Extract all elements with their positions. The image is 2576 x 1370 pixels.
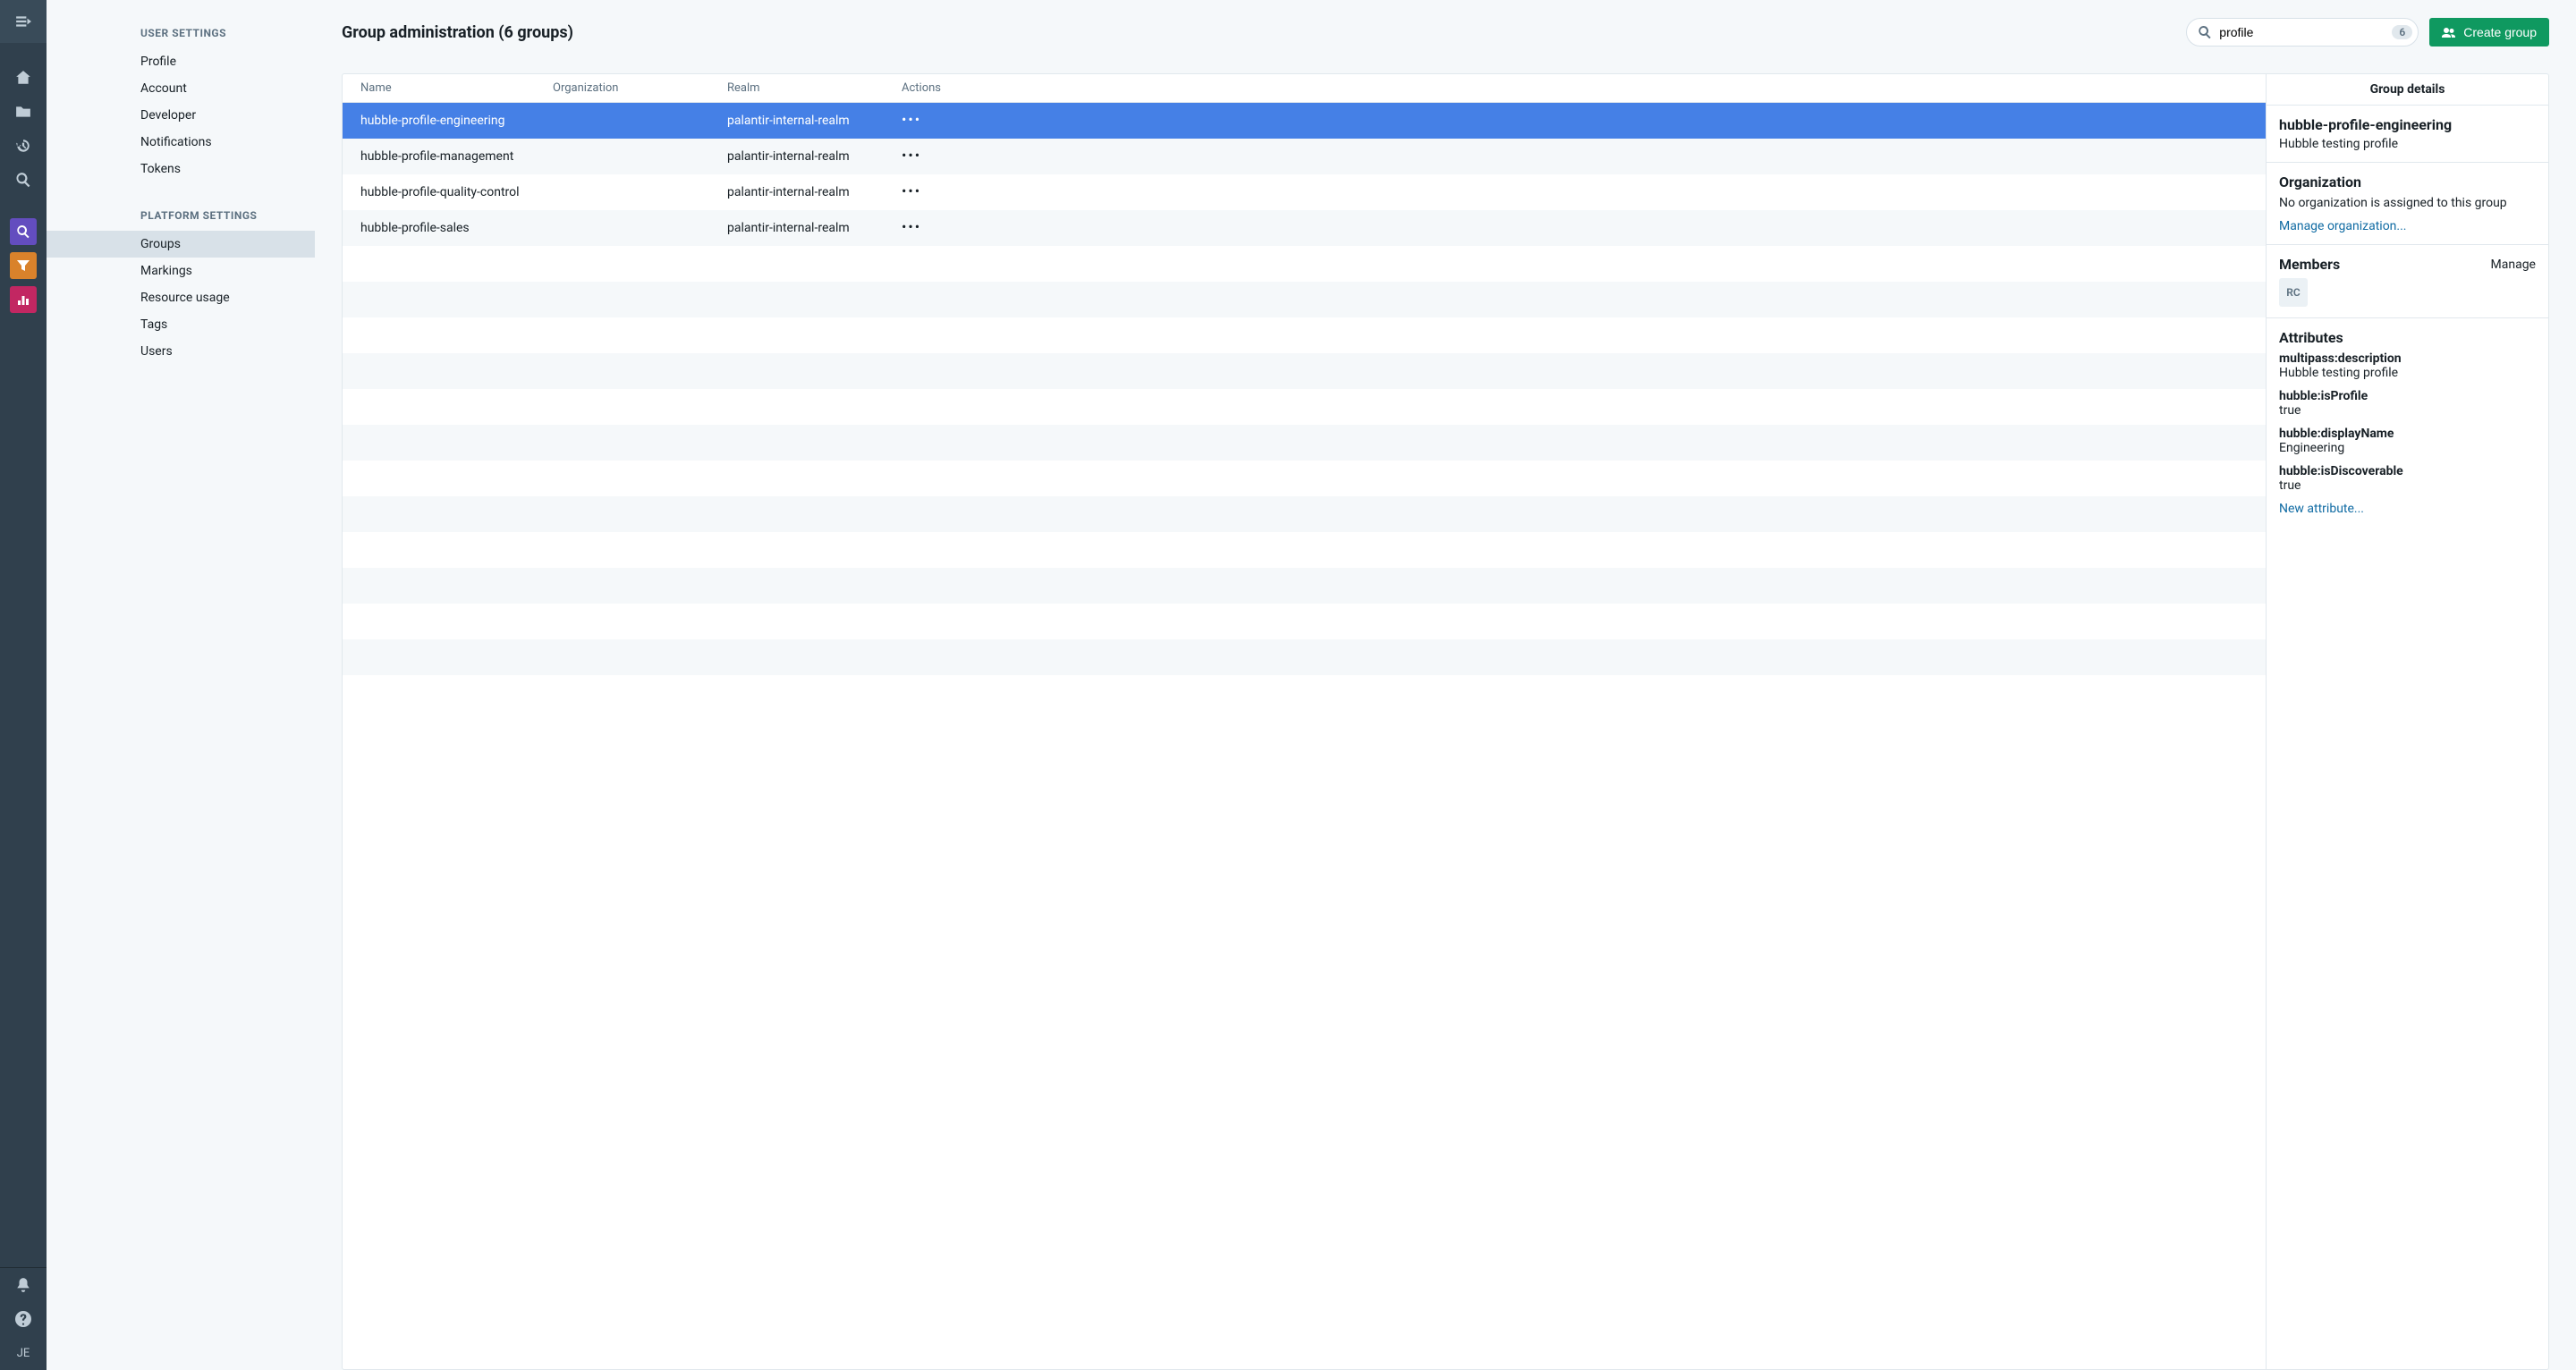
help-icon[interactable] (0, 1302, 47, 1336)
folder-icon[interactable] (0, 95, 47, 129)
icon-rail: JE (0, 0, 47, 1370)
table-row-empty (343, 461, 2266, 496)
table-row[interactable]: hubble-profile-management palantir-intern… (343, 139, 2266, 174)
organization-heading: Organization (2279, 173, 2536, 190)
row-actions-icon[interactable]: ••• (902, 179, 921, 199)
attribute-value: Hubble testing profile (2279, 366, 2536, 380)
main-content: Group administration (6 groups) 6 Create… (315, 0, 2576, 1370)
page-title: Group administration (6 groups) (342, 23, 573, 42)
attribute-item: multipass:descriptionHubble testing prof… (2279, 351, 2536, 380)
table-row-empty (343, 246, 2266, 282)
cell-name: hubble-profile-engineering (360, 114, 553, 128)
table-row-empty (343, 496, 2266, 532)
col-organization[interactable]: Organization (553, 81, 727, 95)
sidebar-item-tags[interactable]: Tags (47, 311, 315, 338)
cell-realm: palantir-internal-realm (727, 221, 902, 235)
table-row-empty (343, 353, 2266, 389)
attribute-key: hubble:isProfile (2279, 389, 2536, 403)
create-group-label: Create group (2463, 25, 2537, 39)
details-header: Group details (2267, 74, 2548, 106)
create-group-button[interactable]: Create group (2429, 18, 2549, 47)
attribute-key: multipass:description (2279, 351, 2536, 366)
group-subtitle: Hubble testing profile (2279, 137, 2536, 151)
cell-realm: palantir-internal-realm (727, 149, 902, 164)
row-actions-icon[interactable]: ••• (902, 215, 921, 235)
new-attribute-link[interactable]: New attribute... (2279, 502, 2536, 516)
attribute-item: hubble:isProfiletrue (2279, 389, 2536, 418)
sidebar-item-tokens[interactable]: Tokens (47, 156, 315, 182)
manage-members-link[interactable]: Manage (2491, 258, 2536, 272)
table-row-empty (343, 532, 2266, 568)
table-row-empty (343, 568, 2266, 604)
sidebar-item-groups[interactable]: Groups (47, 231, 315, 258)
table-row[interactable]: hubble-profile-engineering palantir-inter… (343, 103, 2266, 139)
cell-realm: palantir-internal-realm (727, 185, 902, 199)
search-input-icon (2198, 25, 2212, 39)
app-chart-icon[interactable] (10, 286, 37, 313)
sidebar-item-markings[interactable]: Markings (47, 258, 315, 284)
sidebar-heading-platform: PLATFORM SETTINGS (47, 200, 315, 231)
organization-text: No organization is assigned to this grou… (2279, 196, 2536, 210)
manage-organization-link[interactable]: Manage organization... (2279, 219, 2536, 233)
create-group-icon (2442, 25, 2456, 39)
groups-table: Name Organization Realm Actions hubble-p… (342, 73, 2267, 1370)
cell-realm: palantir-internal-realm (727, 114, 902, 128)
table-row[interactable]: hubble-profile-sales palantir-internal-re… (343, 210, 2266, 246)
sidebar-item-resource-usage[interactable]: Resource usage (47, 284, 315, 311)
table-row[interactable]: hubble-profile-quality-control palantir-i… (343, 174, 2266, 210)
app-search-icon[interactable] (10, 218, 37, 245)
sidebar-item-notifications[interactable]: Notifications (47, 129, 315, 156)
table-row-empty (343, 389, 2266, 425)
group-name: hubble-profile-engineering (2279, 116, 2536, 133)
sidebar-item-account[interactable]: Account (47, 75, 315, 102)
attribute-value: Engineering (2279, 441, 2536, 455)
sidebar-item-profile[interactable]: Profile (47, 48, 315, 75)
table-row-empty (343, 604, 2266, 639)
col-actions: Actions (902, 81, 969, 95)
settings-sidebar: USER SETTINGS Profile Account Developer … (47, 0, 315, 1370)
history-icon[interactable] (0, 129, 47, 163)
notifications-icon[interactable] (0, 1268, 47, 1302)
attribute-key: hubble:displayName (2279, 427, 2536, 441)
cell-name: hubble-profile-sales (360, 221, 553, 235)
search-input[interactable] (2212, 25, 2392, 39)
attribute-value: true (2279, 403, 2536, 418)
members-heading: Members (2279, 256, 2340, 273)
member-avatar[interactable]: RC (2279, 278, 2308, 307)
row-actions-icon[interactable]: ••• (902, 143, 921, 164)
search-box[interactable]: 6 (2186, 18, 2419, 47)
attribute-item: hubble:isDiscoverabletrue (2279, 464, 2536, 493)
app-filter-icon[interactable] (10, 252, 37, 279)
cell-name: hubble-profile-management (360, 149, 553, 164)
attribute-value: true (2279, 478, 2536, 493)
attribute-key: hubble:isDiscoverable (2279, 464, 2536, 478)
table-row-empty (343, 639, 2266, 675)
sidebar-item-developer[interactable]: Developer (47, 102, 315, 129)
expand-menu-icon[interactable] (0, 0, 47, 43)
search-icon[interactable] (0, 163, 47, 197)
cell-name: hubble-profile-quality-control (360, 185, 553, 199)
attribute-item: hubble:displayNameEngineering (2279, 427, 2536, 455)
sidebar-heading-user: USER SETTINGS (47, 18, 315, 48)
search-result-count: 6 (2392, 25, 2412, 39)
attributes-heading: Attributes (2279, 329, 2536, 346)
table-row-empty (343, 425, 2266, 461)
row-actions-icon[interactable]: ••• (902, 107, 921, 128)
group-details-panel: Group details hubble-profile-engineering… (2267, 73, 2549, 1370)
user-avatar[interactable]: JE (0, 1336, 47, 1370)
col-realm[interactable]: Realm (727, 81, 902, 95)
table-row-empty (343, 282, 2266, 317)
table-header: Name Organization Realm Actions (343, 74, 2266, 103)
col-name[interactable]: Name (360, 81, 553, 95)
home-icon[interactable] (0, 61, 47, 95)
sidebar-item-users[interactable]: Users (47, 338, 315, 365)
table-row-empty (343, 317, 2266, 353)
